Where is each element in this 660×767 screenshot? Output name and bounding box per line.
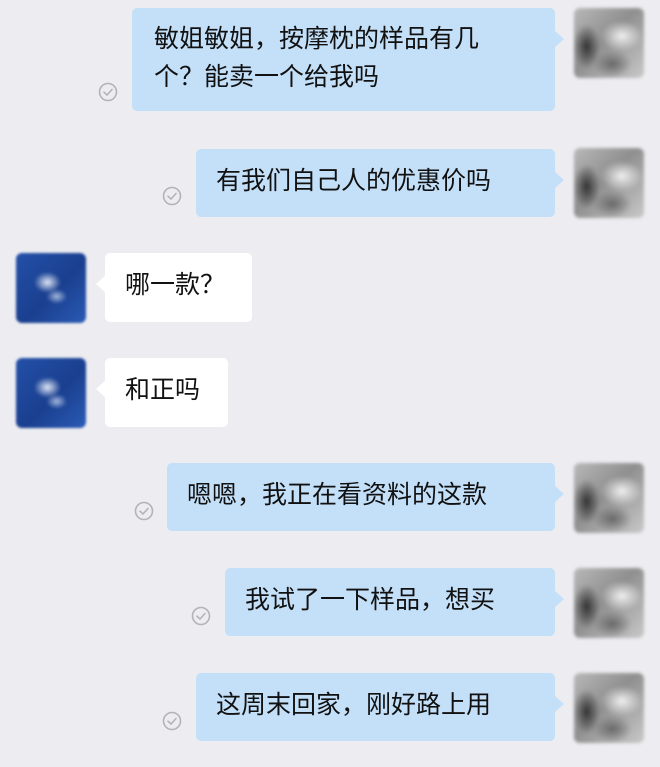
contact-avatar[interactable] [16, 358, 86, 428]
message-text-line: 敏姐敏姐，按摩枕的样品有几 [154, 24, 480, 53]
message-bubble-incoming[interactable]: 哪一款？ [96, 253, 252, 322]
chat-message-list[interactable]: 敏姐敏姐，按摩枕的样品有几 个？能卖一个给我吗 有我们自己人的优惠价吗 哪一款？… [0, 0, 660, 767]
message-bubble-outgoing[interactable]: 嗯嗯，我正在看资料的这款 [167, 463, 564, 531]
message-bubble-outgoing[interactable]: 我试了一下样品，想买 [225, 568, 564, 636]
message-bubble-incoming[interactable]: 和正吗 [96, 358, 228, 427]
message-text: 有我们自己人的优惠价吗 [216, 166, 492, 195]
message-text: 嗯嗯，我正在看资料的这款 [187, 480, 488, 509]
read-check-icon [162, 711, 182, 731]
message-text: 这周末回家，刚好路上用 [216, 690, 492, 719]
message-bubble-outgoing[interactable]: 敏姐敏姐，按摩枕的样品有几 个？能卖一个给我吗 [132, 8, 564, 111]
self-avatar[interactable] [574, 673, 644, 743]
self-avatar[interactable] [574, 8, 644, 78]
message-text: 和正吗 [125, 375, 201, 404]
self-avatar[interactable] [574, 463, 644, 533]
message-text-line: 个？能卖一个给我吗 [154, 62, 380, 91]
read-check-icon [134, 501, 154, 521]
message-bubble-outgoing[interactable]: 有我们自己人的优惠价吗 [196, 149, 564, 217]
self-avatar[interactable] [574, 568, 644, 638]
read-check-icon [98, 82, 118, 102]
self-avatar[interactable] [574, 148, 644, 218]
message-bubble-outgoing[interactable]: 这周末回家，刚好路上用 [196, 673, 564, 741]
read-check-icon [162, 186, 182, 206]
read-check-icon [191, 606, 211, 626]
message-text: 我试了一下样品，想买 [245, 585, 496, 614]
contact-avatar[interactable] [16, 253, 86, 323]
message-text: 哪一款？ [125, 270, 226, 299]
